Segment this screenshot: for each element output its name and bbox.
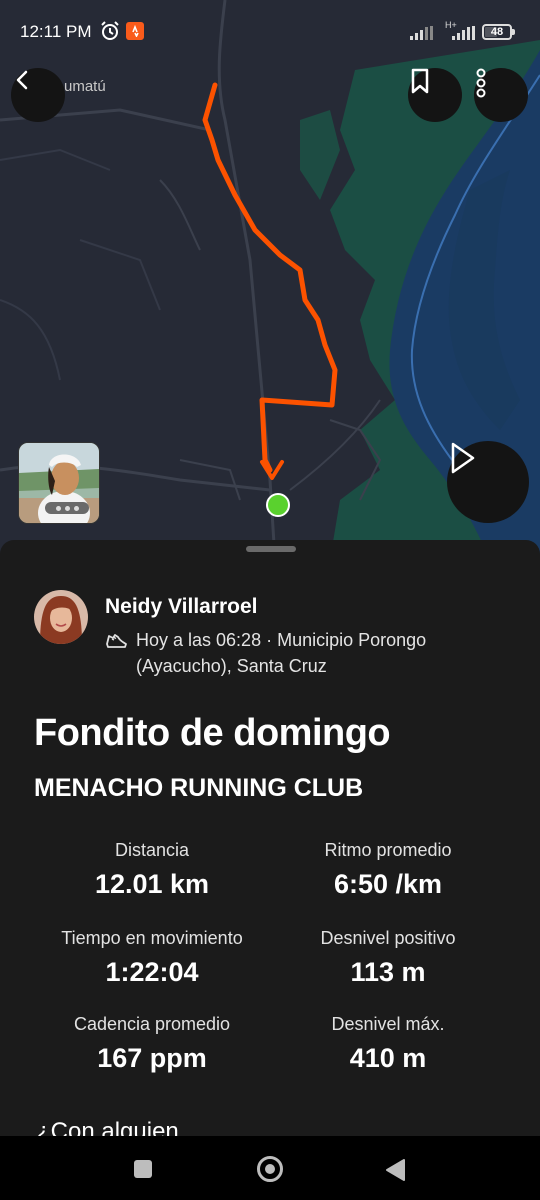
athlete-avatar[interactable] [34,590,88,644]
stat-label: Ritmo promedio [324,840,452,860]
more-vertical-icon [476,68,486,98]
map-place-label: umatú [64,78,106,95]
status-bar: 12:11 PM H+ 48 [0,0,540,64]
flyover-play-button[interactable] [447,441,529,523]
play-icon [451,442,475,474]
bookmark-icon [411,68,429,94]
stat-value: 113 m [350,957,426,987]
battery-icon: 48 [482,24,512,40]
alarm-icon [101,21,119,40]
back-button[interactable] [11,68,65,122]
stat-distance: Distancia 12.01 km [34,840,270,900]
stat-value: 410 m [349,1043,427,1073]
activity-meta: Hoy a las 06:28 · Municipio Porongo (Aya… [136,630,427,676]
stat-label: Desnivel máx. [331,1014,445,1034]
stat-label: Distancia [114,840,190,860]
sheet-drag-handle[interactable] [246,546,296,552]
stat-label: Tiempo en movimiento [61,928,243,948]
stat-label: Cadencia promedio [73,1014,231,1034]
stat-max-elevation: Desnivel máx. 410 m [270,1014,506,1074]
system-back-button[interactable] [384,1158,406,1182]
stat-avg-cadence: Cadencia promedio 167 ppm [34,1014,270,1074]
activity-detail-screen: umatú 12:11 PM H+ 48 Neidy Villarroel Ho… [0,0,540,1200]
stat-label: Desnivel positivo [320,928,456,948]
system-nav-bar [0,1136,540,1200]
stat-value: 6:50 /km [333,869,443,899]
route-map[interactable]: umatú [0,0,540,560]
photo-pager-dots [45,502,89,514]
chevron-left-icon [16,70,28,90]
activity-title: Fondito de domingo [34,712,391,754]
battery-level: 48 [490,26,504,38]
activity-photo-thumbnail[interactable] [18,442,100,524]
status-time: 12:11 PM [20,22,92,41]
activity-details-sheet[interactable]: Neidy Villarroel Hoy a las 06:28 · Munic… [0,540,540,1140]
more-options-button[interactable] [474,68,528,122]
stat-avg-pace: Ritmo promedio 6:50 /km [270,840,506,900]
bookmark-button[interactable] [408,68,462,122]
recents-button[interactable] [134,1160,152,1178]
home-button[interactable] [257,1156,283,1182]
athlete-name[interactable]: Neidy Villarroel [105,595,258,619]
stat-value: 1:22:04 [105,957,199,987]
start-marker [266,493,290,517]
run-shoe-icon [106,634,127,648]
stat-value: 12.01 km [94,869,210,899]
stat-value: 167 ppm [97,1043,207,1073]
strava-notification-icon [126,22,144,40]
stat-moving-time: Tiempo en movimiento 1:22:04 [34,928,270,988]
signal-strength-icon [410,26,433,40]
signal-strength-icon-2 [452,26,475,40]
club-name[interactable]: MENACHO RUNNING CLUB [34,774,363,803]
stat-elevation-gain: Desnivel positivo 113 m [270,928,506,988]
